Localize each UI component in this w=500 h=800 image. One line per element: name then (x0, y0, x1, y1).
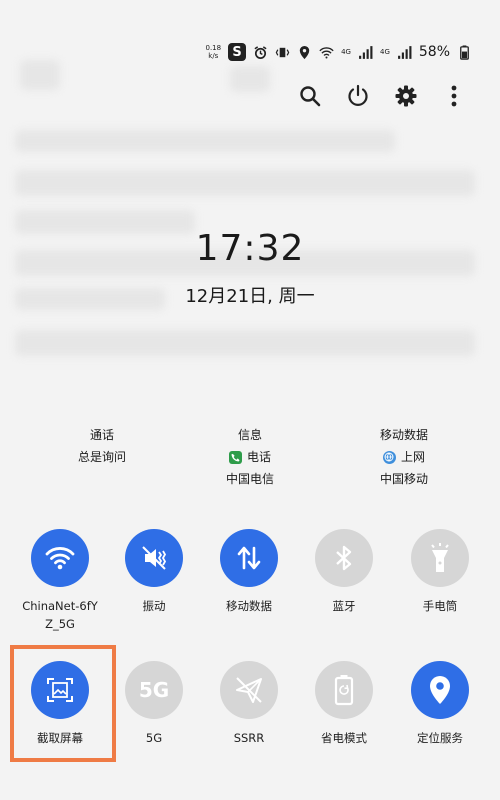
tile-location-button[interactable] (411, 661, 469, 719)
clock-time[interactable]: 17:32 (0, 228, 500, 269)
sim-message-title: 信息 (237, 428, 262, 442)
tile-bluetooth-button[interactable] (315, 529, 373, 587)
tile-mobile-data-button[interactable] (220, 529, 278, 587)
tile-mobile-data-label: 移动数据 (226, 599, 272, 613)
wifi-status-icon (319, 46, 334, 58)
battery-saver-icon (334, 675, 354, 706)
tile-5g[interactable]: 5G 5G (104, 661, 204, 747)
sim-data-carrier: 中国移动 (379, 472, 428, 486)
ssrr-icon (236, 677, 262, 703)
highlight-box (10, 645, 116, 762)
more-vertical-icon (451, 85, 457, 107)
app-notification-icon: S (228, 43, 247, 61)
sim-data-app: 上网 (400, 450, 425, 464)
network-speed: 0.18 k/s (205, 44, 222, 60)
globe-sim-icon (382, 450, 396, 464)
alarm-icon (254, 45, 267, 59)
tile-5g-label: 5G (145, 731, 163, 745)
5g-icon: 5G (138, 678, 170, 702)
tile-bluetooth-label: 蓝牙 (332, 599, 356, 613)
tile-wifi-label: ChinaNet-6fY Z_5G (22, 599, 98, 631)
location-icon (430, 676, 450, 704)
signal-2-icon (397, 45, 412, 59)
sim-message-setting[interactable]: 信息 电话 中国电信 (190, 424, 310, 490)
tile-bluetooth[interactable]: 蓝牙 (294, 529, 394, 615)
location-status-icon (299, 45, 310, 59)
gear-icon (395, 85, 417, 107)
tile-ssrr-label: SSRR (233, 731, 265, 745)
sim-data-title: 移动数据 (379, 428, 428, 442)
tile-5g-button[interactable]: 5G (125, 661, 183, 719)
tile-location-label: 定位服务 (417, 731, 463, 745)
tile-battery-saver-button[interactable] (315, 661, 373, 719)
signal-1-label: 4G (341, 47, 351, 56)
clock-date[interactable]: 12月21日, 周一 (0, 282, 500, 308)
search-button[interactable] (298, 82, 322, 110)
sim-call-setting[interactable]: 通话 总是询问 (42, 424, 162, 468)
tile-flashlight-label: 手电筒 (422, 599, 458, 613)
tile-location[interactable]: 定位服务 (390, 661, 490, 747)
tile-mobile-data[interactable]: 移动数据 (199, 529, 299, 615)
tile-vibrate-label: 振动 (142, 599, 166, 613)
sim-data-setting[interactable]: 移动数据 上网 中国移动 (344, 424, 464, 490)
tile-wifi-button[interactable] (31, 529, 89, 587)
sim-call-value: 总是询问 (77, 450, 126, 464)
signal-2-label: 4G (379, 47, 390, 56)
battery-icon (460, 44, 469, 60)
battery-percentage: 58% (418, 44, 450, 60)
tile-battery-saver[interactable]: 省电模式 (294, 661, 394, 747)
tile-ssrr[interactable]: SSRR (199, 661, 299, 747)
signal-1-icon (359, 45, 373, 59)
power-button[interactable] (346, 82, 370, 110)
vibrate-status-icon (275, 47, 290, 57)
status-bar: 0.18 k/s S 4G 4G 58% (206, 40, 473, 64)
tile-wifi[interactable]: ChinaNet-6fY Z_5G (10, 529, 110, 633)
tile-battery-saver-label: 省电模式 (321, 731, 367, 745)
more-options-button[interactable] (442, 82, 466, 110)
vibrate-icon (142, 546, 167, 570)
bluetooth-icon (336, 545, 352, 571)
sim-message-carrier: 中国电信 (225, 472, 274, 486)
phone-sim-icon (228, 450, 242, 464)
mobile-data-icon (237, 546, 261, 570)
search-icon (300, 86, 321, 107)
power-icon (348, 84, 368, 106)
tile-flashlight-button[interactable] (411, 529, 469, 587)
settings-button[interactable] (394, 82, 418, 110)
sim-call-title: 通话 (89, 428, 114, 442)
tile-vibrate[interactable]: 振动 (104, 529, 204, 615)
tile-vibrate-button[interactable] (125, 529, 183, 587)
tile-flashlight[interactable]: 手电筒 (390, 529, 490, 615)
flashlight-icon (431, 543, 449, 572)
wifi-icon (45, 547, 75, 570)
sim-message-app: 电话 (246, 450, 271, 464)
tile-ssrr-button[interactable] (220, 661, 278, 719)
quick-panel-actions (298, 82, 466, 110)
